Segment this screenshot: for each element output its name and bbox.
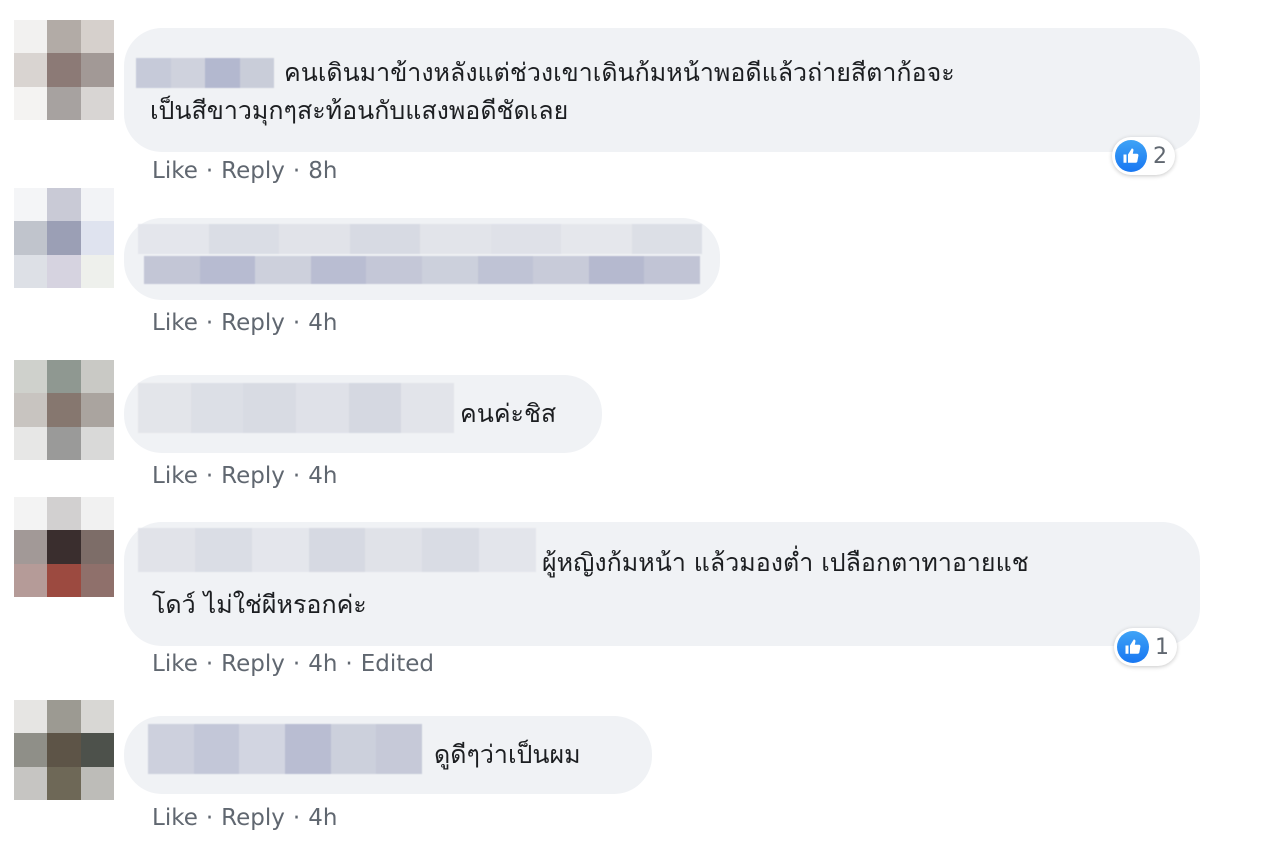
comment-actions: Like · Reply · 4h — [152, 805, 337, 831]
separator: · — [205, 310, 214, 336]
avatar[interactable] — [14, 497, 114, 597]
reaction-count: 2 — [1153, 143, 1167, 169]
comment-bubble: ดูดีๆว่าเป็นผม — [124, 716, 652, 794]
blurred-author-name[interactable] — [138, 224, 702, 254]
blurred-author-name[interactable] — [138, 528, 536, 572]
timestamp[interactable]: 4h — [308, 310, 337, 336]
blurred-author-name[interactable] — [138, 383, 454, 433]
comment-text-line: เป็นสีขาวมุกๆสะท้อนกับแสงพอดีชัดเลย — [150, 96, 569, 125]
separator: · — [292, 651, 301, 677]
comment-actions: Like · Reply · 8h — [152, 158, 337, 184]
comment-actions: Like · Reply · 4h · Edited — [152, 651, 434, 677]
edited-label: Edited — [360, 651, 435, 677]
reaction-count: 1 — [1155, 634, 1169, 660]
separator: · — [292, 463, 301, 489]
comment-text-line: คนค่ะชิส — [460, 399, 557, 428]
separator: · — [292, 310, 301, 336]
like-link[interactable]: Like — [152, 463, 198, 489]
avatar[interactable] — [14, 700, 114, 800]
reply-link[interactable]: Reply — [221, 158, 285, 184]
comment-bubble: คนค่ะชิส — [124, 375, 602, 453]
timestamp[interactable]: 8h — [308, 158, 337, 184]
comment-text-line: คนเดินมาข้างหลังแต่ช่วงเขาเดินก้มหน้าพอด… — [284, 58, 955, 87]
avatar[interactable] — [14, 20, 114, 120]
reply-link[interactable]: Reply — [221, 805, 285, 831]
separator: · — [205, 158, 214, 184]
reaction-badge[interactable]: 2 — [1112, 137, 1175, 175]
comment-actions: Like · Reply · 4h — [152, 310, 337, 336]
reply-link[interactable]: Reply — [221, 651, 285, 677]
separator: · — [205, 463, 214, 489]
like-link[interactable]: Like — [152, 158, 198, 184]
comment-actions: Like · Reply · 4h — [152, 463, 337, 489]
reply-link[interactable]: Reply — [221, 463, 285, 489]
comment-text-line: ผู้หญิงก้มหน้า แล้วมองต่ำ เปลือกตาทาอายแ… — [542, 548, 1029, 577]
separator: · — [292, 158, 301, 184]
comment-text-line: โดว์ ไม่ใช่ผีหรอกค่ะ — [152, 590, 367, 619]
thumbs-up-icon — [1115, 140, 1147, 172]
timestamp[interactable]: 4h — [308, 463, 337, 489]
comment-bubble: ผู้หญิงก้มหน้า แล้วมองต่ำ เปลือกตาทาอายแ… — [124, 522, 1200, 646]
comment-bubble — [124, 218, 720, 300]
reaction-badge[interactable]: 1 — [1114, 628, 1177, 666]
separator: · — [345, 651, 353, 677]
separator: · — [205, 805, 214, 831]
like-link[interactable]: Like — [152, 310, 198, 336]
thumbs-up-icon — [1117, 631, 1149, 663]
like-link[interactable]: Like — [152, 651, 198, 677]
blurred-author-name[interactable] — [136, 58, 274, 88]
blurred-author-name[interactable] — [148, 724, 422, 774]
avatar[interactable] — [14, 188, 114, 288]
separator: · — [292, 805, 301, 831]
comment-text-line: ดูดีๆว่าเป็นผม — [434, 740, 581, 769]
reply-link[interactable]: Reply — [221, 310, 285, 336]
avatar[interactable] — [14, 360, 114, 460]
comment-bubble: คนเดินมาข้างหลังแต่ช่วงเขาเดินก้มหน้าพอด… — [124, 28, 1200, 152]
timestamp[interactable]: 4h — [308, 651, 337, 677]
blurred-comment-text — [144, 256, 700, 284]
separator: · — [205, 651, 214, 677]
timestamp[interactable]: 4h — [308, 805, 337, 831]
like-link[interactable]: Like — [152, 805, 198, 831]
